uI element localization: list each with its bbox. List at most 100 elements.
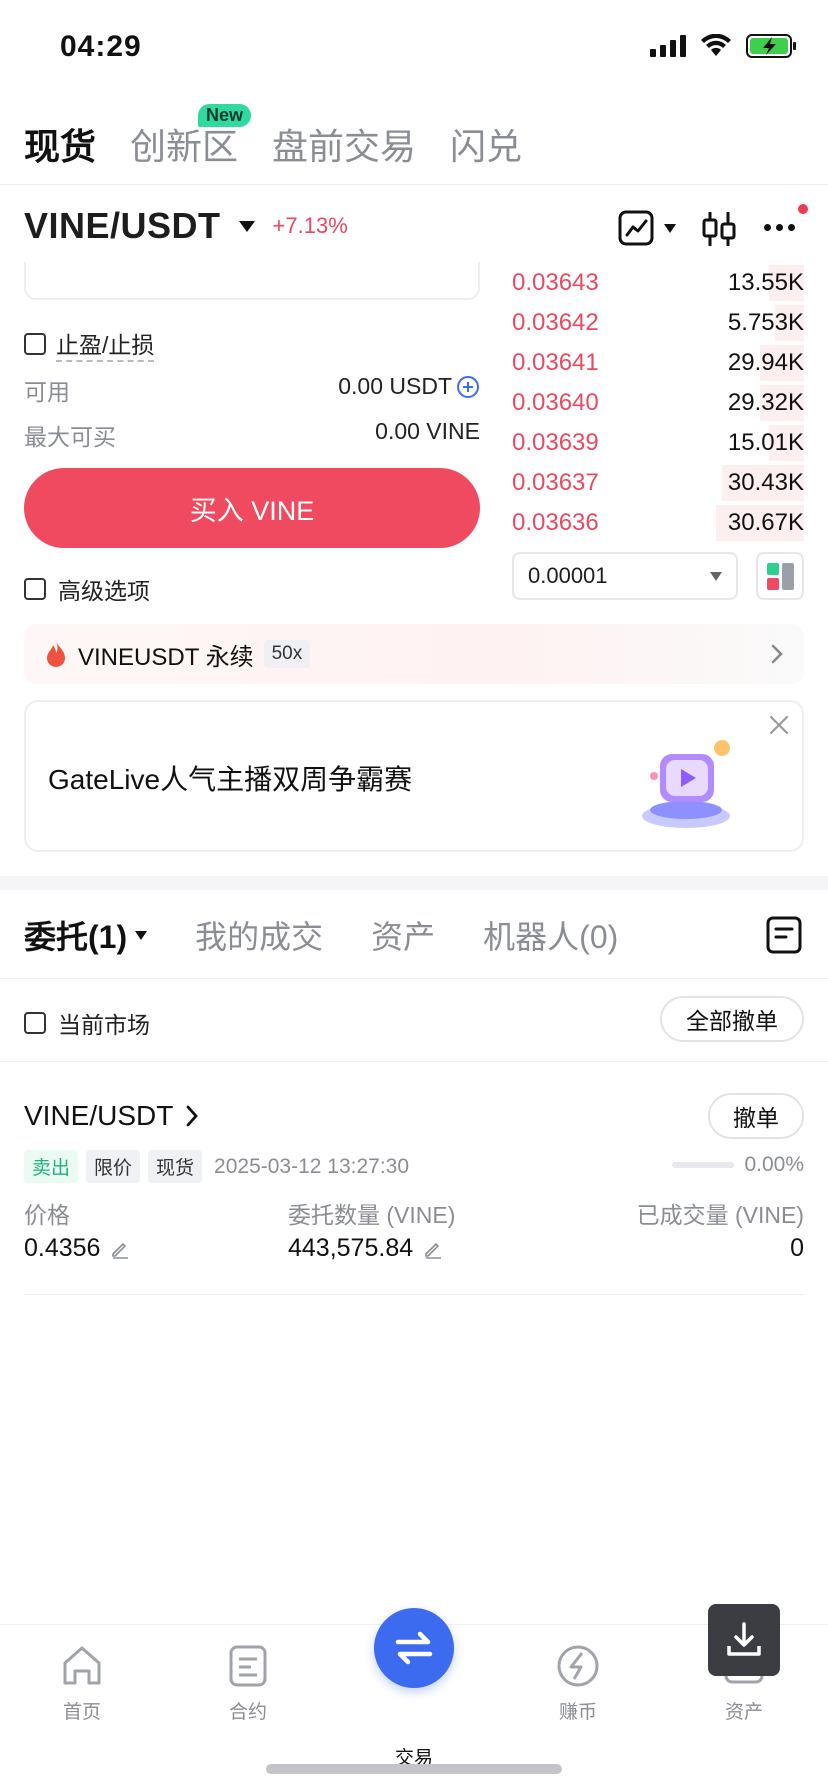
filled-label: 已成交量 (VINE): [636, 1202, 804, 1228]
fire-icon: [47, 641, 65, 667]
order-book-ask-row[interactable]: 0.03643 13.55K: [512, 263, 804, 303]
tab-assets[interactable]: 资产: [371, 912, 435, 958]
buy-button[interactable]: 买入 VINE: [24, 468, 480, 548]
line-chart-icon: [618, 210, 654, 246]
add-circle-icon[interactable]: [456, 375, 480, 399]
tab-premarket[interactable]: 盘前交易: [272, 118, 416, 170]
tpsl-checkbox[interactable]: [24, 333, 46, 355]
ask-quantity: 29.94K: [727, 349, 804, 376]
available-value: 0.00 USDT: [338, 373, 452, 399]
more-icon[interactable]: [764, 224, 795, 231]
tab-open-orders-label: 委托(1): [24, 919, 128, 955]
amount-label: 委托数量 (VINE): [288, 1202, 456, 1228]
perpetual-link[interactable]: VINEUSDT 永续 50x: [24, 624, 804, 684]
close-icon[interactable]: [768, 714, 790, 736]
ask-price: 0.03636: [512, 509, 599, 536]
candlestick-icon[interactable]: [702, 210, 736, 248]
trade-fab-button[interactable]: [374, 1608, 454, 1688]
precision-value: 0.00001: [528, 563, 608, 588]
perpetual-label: VINEUSDT 永续: [78, 643, 254, 671]
ask-quantity: 13.55K: [727, 269, 804, 296]
order-book-ask-row[interactable]: 0.03639 15.01K: [512, 423, 804, 463]
ask-price: 0.03642: [512, 309, 599, 336]
ask-quantity: 30.43K: [727, 469, 804, 496]
top-tabs: 现货 创新区 New 盘前交易 闪兑: [24, 104, 522, 170]
promo-banner[interactable]: GateLive人气主播双周争霸赛: [24, 700, 804, 852]
nav-earn[interactable]: 赚币: [518, 1643, 638, 1724]
tab-my-trades[interactable]: 我的成交: [195, 912, 323, 958]
signal-icon: [650, 35, 686, 57]
nav-home[interactable]: 首页: [22, 1643, 142, 1724]
ask-quantity: 5.753K: [727, 309, 804, 336]
chevron-down-icon: [664, 223, 676, 233]
current-market-filter[interactable]: 当前市场: [24, 1006, 150, 1040]
ask-quantity: 15.01K: [727, 429, 804, 456]
fill-progress: 0.00%: [672, 1153, 804, 1177]
battery-charging-icon: [746, 34, 796, 58]
order-book-ask-row[interactable]: 0.03637 30.43K: [512, 463, 804, 503]
download-button[interactable]: [708, 1604, 780, 1676]
tab-bots[interactable]: 机器人(0): [483, 912, 618, 958]
chevron-down-icon: [710, 571, 722, 581]
nav-futures[interactable]: 合约: [188, 1643, 308, 1724]
pair-selector[interactable]: VINE/USDT +7.13%: [24, 205, 348, 247]
notification-dot: [798, 204, 808, 214]
chart-toggle-button[interactable]: [618, 210, 676, 246]
precision-select[interactable]: 0.00001: [512, 552, 738, 600]
order-book-ask-row[interactable]: 0.03641 29.94K: [512, 343, 804, 383]
max-buy-value: 0.00 VINE: [375, 418, 480, 444]
tabs-divider: [0, 978, 828, 979]
order-pair: VINE/USDT: [24, 1100, 174, 1131]
order-tags: 卖出 限价 现货 2025-03-12 13:27:30: [24, 1150, 409, 1183]
advanced-option[interactable]: 高级选项: [24, 572, 150, 606]
order-filled: 0: [790, 1234, 804, 1262]
live-stream-illustration-icon: [642, 740, 730, 828]
wifi-icon: [701, 34, 731, 56]
tab-open-orders[interactable]: 委托(1): [24, 912, 148, 958]
nav-earn-label: 赚币: [558, 1702, 597, 1723]
layout-icon: [767, 563, 794, 590]
tpsl-option[interactable]: 止盈/止损: [24, 326, 155, 362]
swap-arrows-icon: [395, 1631, 433, 1665]
edit-price[interactable]: 0.4356: [24, 1234, 130, 1263]
ask-price: 0.03640: [512, 389, 599, 416]
order-book-ask-row[interactable]: 0.03636 30.67K: [512, 503, 804, 543]
ask-price: 0.03641: [512, 349, 599, 376]
advanced-label: 高级选项: [58, 578, 150, 604]
price-change: +7.13%: [272, 213, 348, 238]
status-icons: [650, 34, 798, 58]
banner-text: GateLive人气主播双周争霸赛: [48, 764, 413, 795]
amount-input-bottom[interactable]: [24, 262, 480, 300]
status-time: 04:29: [60, 30, 142, 63]
order-price: 0.4356: [24, 1234, 101, 1262]
market-tag: 现货: [148, 1150, 203, 1183]
chevron-down-icon: [135, 930, 148, 940]
fill-progress-bar: [672, 1162, 735, 1168]
nav-assets-label: 资产: [724, 1702, 763, 1723]
order-book-ask-row[interactable]: 0.03640 29.32K: [512, 383, 804, 423]
order-book-ask-row[interactable]: 0.03642 5.753K: [512, 303, 804, 343]
advanced-checkbox[interactable]: [24, 578, 46, 600]
earn-icon: [557, 1645, 599, 1687]
order-time: 2025-03-12 13:27:30: [214, 1154, 410, 1178]
pair-symbol: VINE/USDT: [24, 205, 221, 246]
order-amount: 443,575.84: [288, 1234, 414, 1262]
order-pair-link[interactable]: VINE/USDT: [24, 1100, 199, 1132]
futures-icon: [229, 1645, 267, 1687]
order-tabs: 委托(1) 我的成交 资产 机器人(0): [24, 912, 618, 958]
current-market-checkbox[interactable]: [24, 1012, 46, 1034]
orderbook-layout-button[interactable]: [756, 552, 804, 600]
edit-amount[interactable]: 443,575.84: [288, 1234, 443, 1263]
tpsl-label: 止盈/止损: [56, 326, 155, 362]
tab-innovation[interactable]: 创新区 New: [130, 104, 252, 170]
tab-spot[interactable]: 现货: [24, 118, 96, 170]
order-history-icon[interactable]: [766, 916, 802, 954]
cancel-order-button[interactable]: 撤单: [708, 1093, 804, 1139]
chevron-down-icon: [238, 220, 255, 232]
tab-flash-swap[interactable]: 闪兑: [450, 118, 522, 170]
home-indicator: [266, 1764, 562, 1774]
cancel-all-button[interactable]: 全部撤单: [660, 996, 804, 1042]
ask-price: 0.03637: [512, 469, 599, 496]
side-tag: 卖出: [24, 1150, 79, 1183]
available-label: 可用: [24, 379, 70, 405]
